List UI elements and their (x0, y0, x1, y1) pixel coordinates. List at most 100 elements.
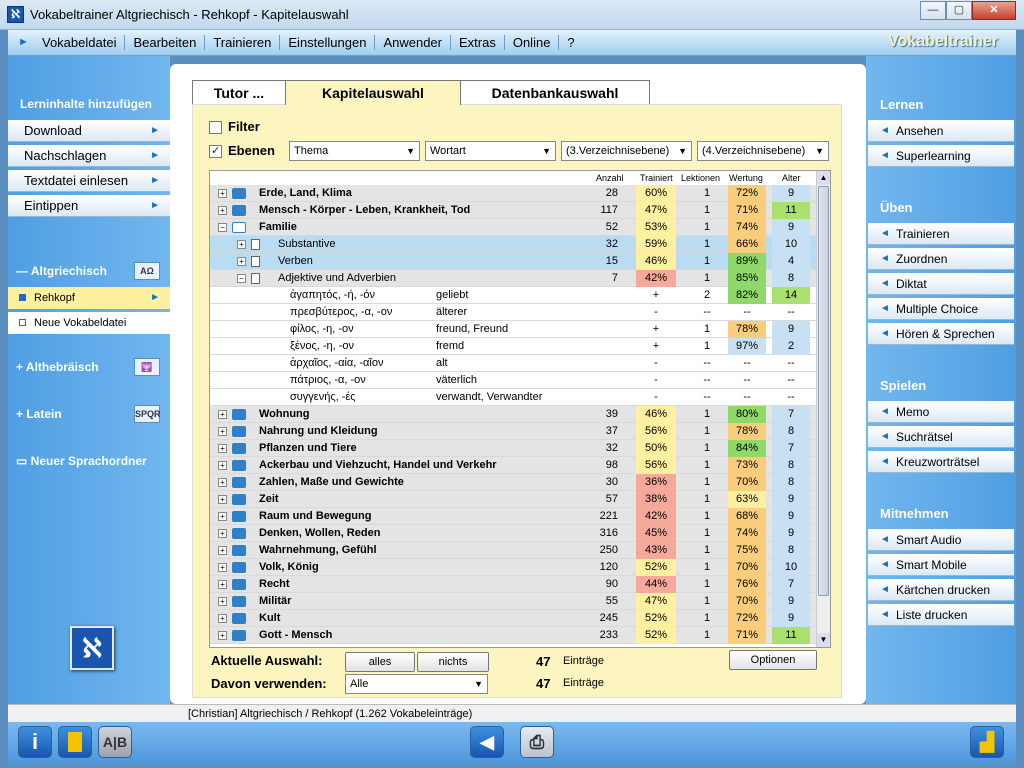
menu-item-6[interactable]: Online (503, 35, 559, 50)
action-button-2-0[interactable]: ◄ Memo (868, 401, 1014, 423)
chapter-row[interactable]: + Denken, Wollen, Reden 316 45% 1 74% 9 (210, 525, 816, 542)
menu-item-2[interactable]: Trainieren (204, 35, 279, 50)
chapter-row[interactable]: + Mensch - Körper - Leben, Krankheit, Tod… (210, 202, 816, 219)
chapter-row[interactable]: + Substantive 32 59% 1 66% 10 (210, 236, 816, 253)
menu-item-1[interactable]: Bearbeiten (124, 35, 204, 50)
chapter-row[interactable]: + Kult 245 52% 1 72% 9 (210, 610, 816, 627)
maximize-button[interactable]: ▢ (946, 1, 972, 20)
expand-icon[interactable]: + (218, 410, 227, 419)
scroll-down-icon[interactable]: ▼ (817, 633, 830, 647)
action-button-3-0[interactable]: ◄ Smart Audio (868, 529, 1014, 551)
select-none-button[interactable]: nichts (417, 652, 489, 672)
chapter-row[interactable]: + Wohnung 39 46% 1 80% 7 (210, 406, 816, 423)
vocab-row[interactable]: πρεσβύτερος, -α, -ον älterer - -- -- -- (210, 304, 816, 321)
menu-item-5[interactable]: Extras (450, 35, 504, 50)
nachschlagen-button[interactable]: Nachschlagen ► (8, 145, 170, 167)
expand-icon[interactable]: + (218, 546, 227, 555)
language-althebraeisch[interactable]: + Althebräisch 🕎 (8, 354, 170, 380)
close-button[interactable]: ✕ (972, 1, 1016, 20)
textdatei-einlesen-button[interactable]: Textdatei einlesen ► (8, 170, 170, 192)
card-button[interactable] (58, 726, 92, 758)
menu-item-7[interactable]: ? (558, 35, 582, 50)
menu-item-3[interactable]: Einstellungen (279, 35, 374, 50)
chapter-row[interactable]: + Gott - Mensch 233 52% 1 71% 11 (210, 627, 816, 644)
expand-icon[interactable]: + (237, 257, 246, 266)
chapter-row[interactable]: − Adjektive und Adverbien 7 42% 1 85% 8 (210, 270, 816, 287)
action-button-2-2[interactable]: ◄ Kreuzworträtsel (868, 451, 1014, 473)
expand-icon[interactable]: + (218, 580, 227, 589)
expand-icon[interactable]: + (218, 512, 227, 521)
chapter-row[interactable]: + Ackerbau und Viehzucht, Handel und Verk… (210, 457, 816, 474)
filter-checkbox[interactable] (209, 121, 222, 134)
action-button-1-1[interactable]: ◄ Zuordnen (868, 248, 1014, 270)
expand-icon[interactable]: + (218, 444, 227, 453)
eintippen-button[interactable]: Eintippen ► (8, 195, 170, 217)
action-button-0-0[interactable]: ◄ Ansehen (868, 120, 1014, 142)
options-button[interactable]: Optionen (729, 650, 817, 670)
level1-dropdown[interactable]: Thema ▼ (289, 141, 420, 161)
level2-dropdown[interactable]: Wortart ▼ (425, 141, 556, 161)
chapter-row[interactable]: + Zeit 57 38% 1 63% 9 (210, 491, 816, 508)
expand-icon[interactable]: + (218, 206, 227, 215)
expand-icon[interactable]: + (218, 478, 227, 487)
expand-icon[interactable]: + (218, 597, 227, 606)
level4-dropdown[interactable]: (4.Verzeichnisebene) ▼ (697, 141, 829, 161)
vocab-row[interactable]: φίλος, -η, -ον freund, Freund +1 78% 9 (210, 321, 816, 338)
chapter-row[interactable]: + Erde, Land, Klima 28 60% 1 72% 9 (210, 185, 816, 202)
ebenen-checkbox[interactable] (209, 144, 222, 158)
chapter-row[interactable]: + Pflanzen und Tiere 32 50% 1 84% 7 (210, 440, 816, 457)
action-button-0-1[interactable]: ◄ Superlearning (868, 145, 1014, 167)
vocab-file-rehkopf[interactable]: Rehkopf ► (8, 287, 170, 309)
select-all-button[interactable]: alles (345, 652, 415, 672)
minimize-button[interactable]: — (920, 1, 946, 20)
expand-icon[interactable]: + (218, 563, 227, 572)
vocab-row[interactable]: πάτριος, -α, -ον väterlich - -- -- -- (210, 372, 816, 389)
expand-icon[interactable]: + (218, 461, 227, 470)
new-vocab-file[interactable]: Neue Vokabeldatei (8, 312, 170, 334)
chapter-row[interactable]: + Raum und Bewegung 221 42% 1 68% 9 (210, 508, 816, 525)
expand-icon[interactable]: + (218, 529, 227, 538)
print-button[interactable]: ⎙ (520, 726, 554, 758)
action-button-1-4[interactable]: ◄ Hören & Sprechen (868, 323, 1014, 345)
info-button[interactable]: i (18, 726, 52, 758)
collapse-icon[interactable]: − (218, 223, 227, 232)
chapter-row[interactable]: + Wahrnehmung, Gefühl 250 43% 1 75% 8 (210, 542, 816, 559)
action-button-3-2[interactable]: ◄ Kärtchen drucken (868, 579, 1014, 601)
expand-icon[interactable]: + (218, 427, 227, 436)
menu-item-0[interactable]: Vokabeldatei (34, 35, 124, 50)
vocab-row[interactable]: ἀρχαῖος, -αία, -αῖον alt - -- -- -- (210, 355, 816, 372)
ab-button[interactable]: A|B (98, 726, 132, 758)
tab-kapitelauswahl[interactable]: Kapitelauswahl (285, 80, 461, 105)
chapter-row[interactable]: + Zahlen, Maße und Gewichte 30 36% 1 70% 8 (210, 474, 816, 491)
expand-icon[interactable]: + (218, 614, 227, 623)
vocab-row[interactable]: ἀγαπητός, -ή, -όν geliebt +2 82% 14 (210, 287, 816, 304)
chapter-row[interactable]: + Militär 55 47% 1 70% 9 (210, 593, 816, 610)
expand-icon[interactable]: + (218, 631, 227, 640)
table-scrollbar[interactable]: ▲ ▼ (816, 171, 830, 647)
download-button[interactable]: Download ► (8, 120, 170, 142)
action-button-1-0[interactable]: ◄ Trainieren (868, 223, 1014, 245)
tab-datenbankauswahl[interactable]: Datenbankauswahl (460, 80, 650, 104)
level3-dropdown[interactable]: (3.Verzeichnisebene) ▼ (561, 141, 692, 161)
language-altgriechisch[interactable]: — Altgriechisch ΑΩ (8, 258, 170, 284)
expand-icon[interactable]: + (237, 240, 246, 249)
menu-item-4[interactable]: Anwender (374, 35, 450, 50)
scroll-up-icon[interactable]: ▲ (817, 171, 830, 185)
chapter-row[interactable]: + Nahrung und Kleidung 37 56% 1 78% 8 (210, 423, 816, 440)
tab-tutor[interactable]: Tutor ... (192, 80, 286, 104)
action-button-1-3[interactable]: ◄ Multiple Choice (868, 298, 1014, 320)
expand-icon[interactable]: + (218, 189, 227, 198)
vocab-row[interactable]: συγγενής, -ές verwandt, Verwandter - -- -- -- (210, 389, 816, 406)
vocab-row[interactable]: ξένος, -η, -ον fremd +1 97% 2 (210, 338, 816, 355)
usage-dropdown[interactable]: Alle ▼ (345, 674, 488, 694)
chapter-row[interactable]: + Volk, König 120 52% 1 70% 10 (210, 559, 816, 576)
action-button-3-1[interactable]: ◄ Smart Mobile (868, 554, 1014, 576)
collapse-icon[interactable]: − (237, 274, 246, 283)
action-button-1-2[interactable]: ◄ Diktat (868, 273, 1014, 295)
language-latein[interactable]: + Latein SPQR (8, 401, 170, 427)
expand-icon[interactable]: + (218, 495, 227, 504)
chapter-row[interactable]: + Recht 90 44% 1 76% 7 (210, 576, 816, 593)
chapter-row[interactable]: + Verben 15 46% 1 89% 4 (210, 253, 816, 270)
back-button[interactable]: ◀ (470, 726, 504, 758)
action-button-2-1[interactable]: ◄ Suchrätsel (868, 426, 1014, 448)
